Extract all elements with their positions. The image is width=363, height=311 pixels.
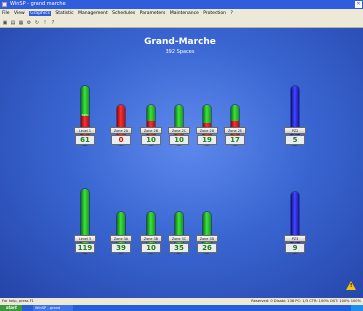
zone-name-button[interactable]: Level 1 [74,127,96,134]
zone-name-button[interactable]: Zone 3D [196,235,218,242]
status-bar: For help, press F1 Reserved: 0 Disabl: 1… [0,298,363,305]
zone-name-button[interactable]: PZ2 [284,127,306,134]
zone-name-button[interactable]: Zone 2D [196,127,218,134]
free-spaces-value: 9 [285,243,305,253]
warning-mark: ! [350,283,353,289]
menu-protection[interactable]: Protection [203,11,226,16]
zone-card-level-3[interactable]: Level 3 119 [74,235,96,253]
status-counters: Reserved: 0 Disabl: 138 PC: 1/3 CTR: 100… [251,299,361,303]
zone-name-button[interactable]: Zone 2A [110,127,132,134]
zone-card-zone-2d[interactable]: Zone 2D 19 [196,127,218,145]
free-spaces-value: 0 [111,135,131,145]
zone-card-pz2[interactable]: PZ2 5 [284,127,306,145]
free-spaces-value: 10 [141,135,161,145]
zone-name-button[interactable]: Zone 2C [168,127,190,134]
zone-name-button[interactable]: PZ3 [284,235,306,242]
free-spaces-value: 119 [75,243,95,253]
refresh-icon[interactable]: ↻ [34,20,40,26]
menu-view[interactable]: View [14,11,25,16]
free-fill [203,105,211,123]
free-fill [81,86,89,116]
free-fill [231,105,239,121]
free-spaces-value: 39 [111,243,131,253]
menu-file[interactable]: File [2,11,10,16]
menu-statistic[interactable]: Statistic [55,11,73,16]
menu-parameters[interactable]: Parameters [140,11,166,16]
free-spaces-value: 19 [197,135,217,145]
taskbar: start WinSP - grand marche [0,305,363,311]
toolbar: ▣ ▤ ▦ ⚙ ↻ ! ? [0,18,363,28]
free-spaces-value: 17 [225,135,245,145]
free-spaces-value: 61 [75,135,95,145]
zone-name-button[interactable]: Zone 3B [140,235,162,242]
zone-name-button[interactable]: Zone 2E [224,127,246,134]
zone-card-zone-2c[interactable]: Zone 2C 10 [168,127,190,145]
start-button[interactable]: start [0,305,22,311]
parking-overview: Grand-Marche 392 Spaces 2239%Level 16117… [0,28,363,298]
menu-bar: File View Graphics Statistic Management … [0,9,363,18]
free-spaces-value: 5 [285,135,305,145]
menu-management[interactable]: Management [78,11,108,16]
close-button[interactable]: ✕ [355,1,362,8]
status-help-text: For help, press F1 [2,299,34,303]
page-subtitle: 392 Spaces [165,49,195,55]
app-icon [2,2,7,7]
taskbar-item-winsp[interactable]: WinSP - grand marche [33,305,73,311]
menu-graphics[interactable]: Graphics [29,11,51,16]
free-spaces-value: 10 [169,135,189,145]
info-icon[interactable]: ! [42,20,48,26]
zone-card-pz3[interactable]: PZ3 9 [284,235,306,253]
help-icon[interactable]: ? [50,20,56,26]
grid-icon[interactable]: ▦ [18,20,24,26]
settings-icon[interactable]: ⚙ [26,20,32,26]
menu-maintenance[interactable]: Maintenance [170,11,199,16]
zone-card-zone-3a[interactable]: Zone 3A 39 [110,235,132,253]
zone-card-zone-2e[interactable]: Zone 2E 17 [224,127,246,145]
menu-schedules[interactable]: Schedules [112,11,135,16]
zone-card-zone-3c[interactable]: Zone 3C 35 [168,235,190,253]
zone-name-button[interactable]: Zone 3A [110,235,132,242]
title-bar: WinSP - grand marche ✕ [0,0,363,9]
free-spaces-value: 26 [197,243,217,253]
zone-card-zone-3b[interactable]: Zone 3B 10 [140,235,162,253]
free-percent-label: 39% [81,112,89,117]
zone-name-button[interactable]: Zone 3C [168,235,190,242]
free-spaces-value: 35 [169,243,189,253]
free-fill [175,105,183,129]
free-fill [147,105,155,121]
zone-name-button[interactable]: Zone 2B [140,127,162,134]
zone-name-button[interactable]: Level 3 [74,235,96,242]
menu-help[interactable]: ? [230,11,232,16]
system-tray [351,305,363,311]
zone-card-level-1[interactable]: Level 1 61 [74,127,96,145]
zone-card-zone-2b[interactable]: Zone 2B 10 [140,127,162,145]
print-icon[interactable]: ▤ [10,20,16,26]
zone-card-zone-3d[interactable]: Zone 3D 26 [196,235,218,253]
window-title: WinSP - grand marche [10,1,66,7]
page-title: Grand-Marche [144,37,216,47]
free-spaces-value: 10 [141,243,161,253]
save-icon[interactable]: ▣ [2,20,8,26]
zone-card-zone-2a[interactable]: Zone 2A 0 [110,127,132,145]
